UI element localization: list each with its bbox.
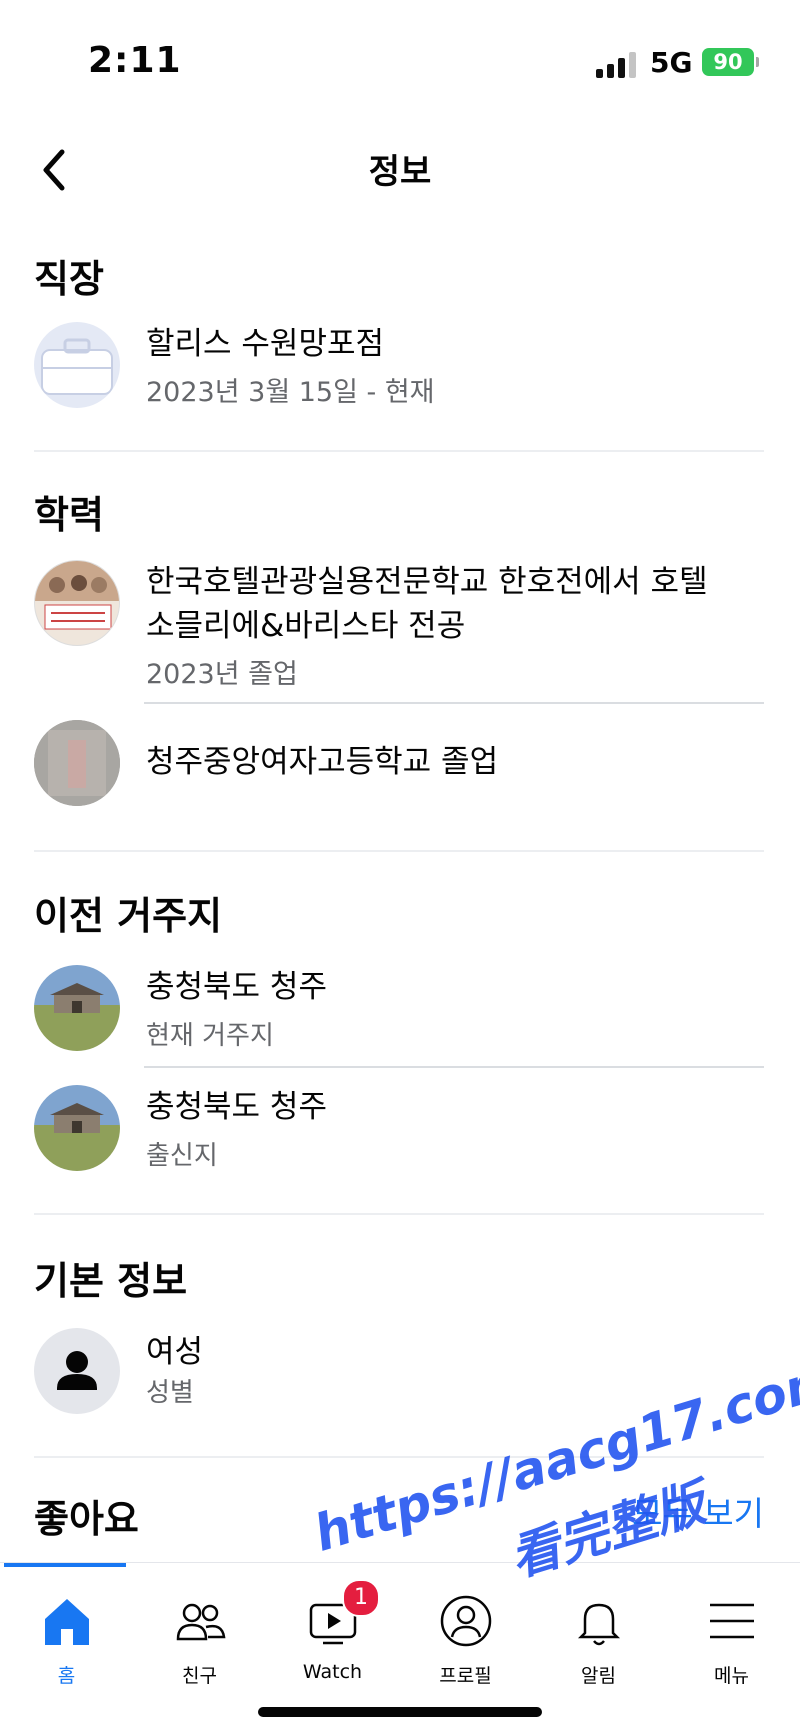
- tab-label: 친구: [182, 1665, 217, 1687]
- divider: [34, 850, 764, 852]
- school-name-line2: 소믈리에&바리스타 전공: [146, 608, 466, 644]
- status-time: 2:11: [88, 40, 182, 81]
- highschool-name: 청주중앙여자고등학교 졸업: [146, 744, 499, 780]
- notification-badge: 1: [342, 1579, 380, 1617]
- gender-value: 여성: [146, 1334, 204, 1370]
- section-title-likes: 좋아요: [34, 1497, 139, 1541]
- list-item-place-hometown[interactable]: 충청북도 청주 출신지: [34, 1085, 764, 1171]
- tab-profile[interactable]: 프로필: [399, 1577, 532, 1687]
- tab-label: Watch: [302, 1661, 363, 1683]
- place-type: 출신지: [146, 1141, 218, 1171]
- section-title-work: 직장: [34, 257, 104, 301]
- school-name-line1: 한국호텔관광실용전문학교 한호전에서 호텔: [146, 564, 708, 600]
- gender-label: 성별: [146, 1378, 194, 1408]
- section-title-places: 이전 거주지: [34, 894, 223, 938]
- page-title: 정보: [368, 152, 432, 192]
- header: 정보: [0, 120, 800, 220]
- school-photo-image: [34, 560, 120, 646]
- divider: [34, 1456, 764, 1458]
- graduation-year: 2023년 졸업: [146, 659, 298, 690]
- list-item-education-highschool[interactable]: 청주중앙여자고등학교 졸업: [34, 720, 764, 806]
- bell-icon: [577, 1603, 621, 1646]
- place-name: 충청북도 청주: [146, 969, 327, 1005]
- briefcase-icon: [34, 322, 120, 408]
- tab-label: 알림: [581, 1665, 616, 1687]
- menu-icon: [710, 1603, 754, 1639]
- home-indicator: [258, 1707, 542, 1717]
- profile-icon: [440, 1595, 492, 1647]
- status-bar: 2:11 5G 90: [0, 0, 800, 120]
- active-tab-indicator: [4, 1563, 126, 1567]
- section-title-education: 학력: [34, 493, 104, 537]
- city-photo-image: [34, 965, 120, 1051]
- tab-home[interactable]: 홈: [0, 1577, 133, 1687]
- tab-watch[interactable]: 1 Watch: [266, 1577, 399, 1687]
- school-photo-image: [34, 720, 120, 806]
- place-name: 충청북도 청주: [146, 1089, 327, 1125]
- workplace-name: 할리스 수원망포점: [146, 326, 385, 362]
- network-type: 5G: [650, 46, 693, 79]
- tab-label: 메뉴: [714, 1665, 749, 1687]
- tab-label: 홈: [57, 1665, 76, 1687]
- place-type: 현재 거주지: [146, 1021, 274, 1051]
- tab-menu[interactable]: 메뉴: [665, 1577, 798, 1687]
- list-item-place-current[interactable]: 충청북도 청주 현재 거주지: [34, 965, 764, 1051]
- list-item-work[interactable]: 할리스 수원망포점 2023년 3월 15일 - 현재: [34, 322, 764, 412]
- tab-friends[interactable]: 친구: [133, 1577, 266, 1687]
- city-photo-image: [34, 1085, 120, 1171]
- list-item-gender[interactable]: 여성 성별: [34, 1328, 764, 1414]
- tab-label: 프로필: [439, 1665, 492, 1687]
- list-item-education-college[interactable]: 한국호텔관광실용전문학교 한호전에서 호텔 소믈리에&바리스타 전공 2023년…: [34, 560, 764, 690]
- divider: [34, 450, 764, 452]
- workplace-period: 2023년 3월 15일 - 현재: [146, 377, 435, 408]
- section-title-basic: 기본 정보: [34, 1259, 188, 1303]
- friends-icon: [176, 1603, 226, 1641]
- home-icon: [45, 1599, 89, 1645]
- battery-icon: 90: [702, 48, 759, 76]
- divider: [144, 702, 764, 704]
- person-icon: [34, 1328, 120, 1414]
- see-all-link[interactable]: 모두 보기: [632, 1487, 764, 1535]
- divider: [34, 1213, 764, 1215]
- divider: [144, 1066, 764, 1068]
- tab-notifications[interactable]: 알림: [532, 1577, 665, 1687]
- signal-icon: [596, 52, 640, 78]
